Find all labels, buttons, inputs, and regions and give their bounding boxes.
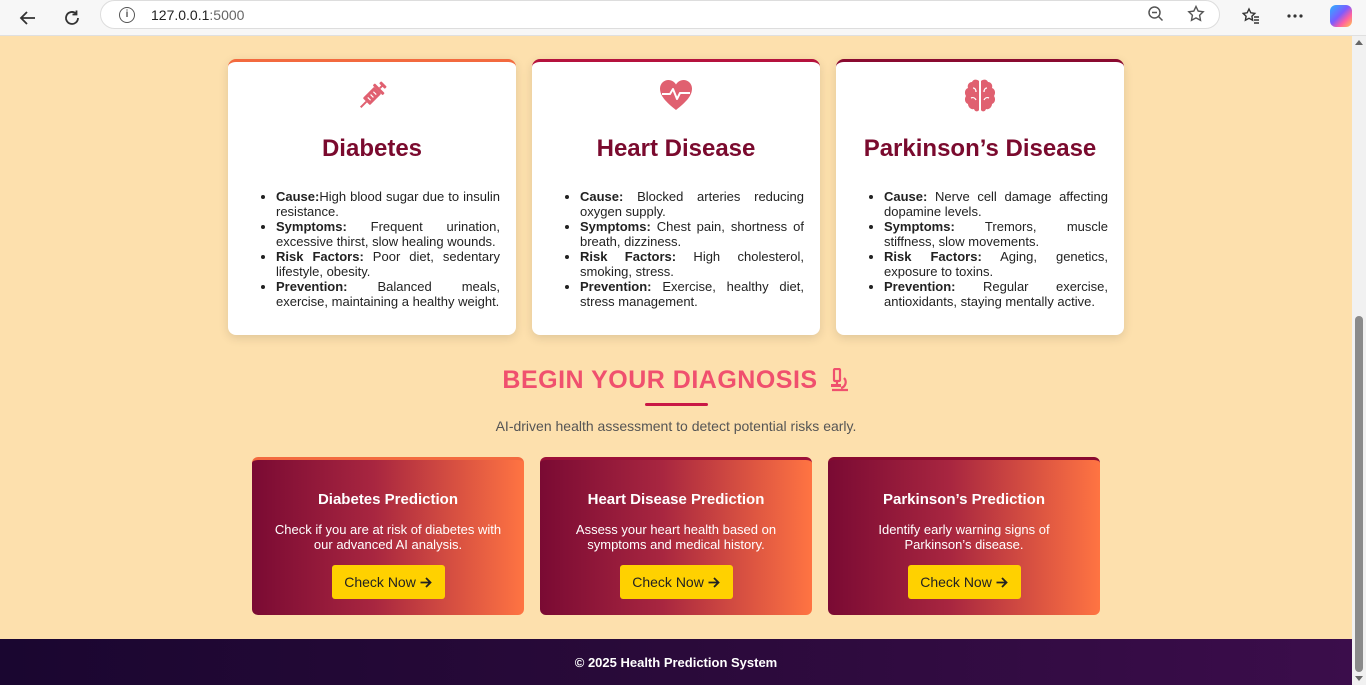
heart-disease-info-card: Heart Disease Cause: Blocked arteries re… (532, 59, 820, 335)
parkinsons-check-now-button[interactable]: Check Now (907, 565, 1021, 599)
page-scrollbar[interactable] (1352, 36, 1366, 685)
list-item: Cause: Nerve cell damage affecting dopam… (884, 189, 1108, 219)
parkinsons-info-list: Cause: Nerve cell damage affecting dopam… (852, 189, 1108, 309)
reload-icon (65, 10, 79, 25)
scroll-up-arrow-icon[interactable] (1355, 40, 1363, 45)
arrow-right-icon (420, 577, 432, 588)
list-item: Symptoms: Chest pain, shortness of breat… (580, 219, 804, 249)
prediction-card-title: Diabetes Prediction (317, 491, 459, 508)
list-item: Cause: Blocked arteries reducing oxygen … (580, 189, 804, 219)
card-title: Heart Disease (596, 135, 756, 162)
heading-underline (645, 403, 708, 406)
heartbeat-icon (660, 80, 692, 110)
diagnosis-subtitle: AI-driven health assessment to detect po… (495, 418, 857, 434)
reload-button[interactable] (54, 0, 90, 36)
list-item: Prevention: Balanced meals, exercise, ma… (276, 279, 500, 309)
more-options-icon[interactable] (1286, 7, 1304, 25)
card-title: Diabetes (321, 135, 423, 162)
syringe-icon (359, 81, 387, 109)
microscope-icon (830, 367, 848, 392)
parkinsons-info-card: Parkinson’s Disease Cause: Nerve cell da… (836, 59, 1124, 335)
zoom-out-icon[interactable] (1147, 5, 1165, 23)
diagnosis-heading: BEGIN YOUR DIAGNOSIS (0, 366, 1352, 395)
parkinsons-prediction-card: Parkinson’s Prediction Identify early wa… (828, 457, 1100, 615)
scroll-down-arrow-icon[interactable] (1355, 676, 1363, 681)
back-button[interactable] (10, 0, 46, 36)
copilot-icon[interactable] (1330, 5, 1352, 27)
list-item: Prevention: Exercise, healthy diet, stre… (580, 279, 804, 309)
brain-icon (964, 79, 996, 112)
prediction-card-description: Check if you are at risk of diabetes wit… (274, 522, 502, 552)
list-item: Symptoms: Tremors, muscle stiffness, slo… (884, 219, 1108, 249)
favorites-icon[interactable] (1242, 7, 1260, 25)
list-item: Symptoms: Frequent urination, excessive … (276, 219, 500, 249)
address-bar[interactable]: i 127.0.0.1:5000 (100, 0, 1220, 29)
arrow-right-icon (708, 577, 720, 588)
favorite-star-icon[interactable] (1187, 5, 1205, 23)
prediction-card-description: Identify early warning signs of Parkinso… (878, 522, 1050, 552)
list-item: Risk Factors: Aging, genetics, exposure … (884, 249, 1108, 279)
arrow-left-icon (19, 10, 35, 25)
diabetes-check-now-button[interactable]: Check Now (331, 565, 445, 599)
prediction-card-description: Assess your heart health based on sympto… (575, 522, 777, 552)
list-item: Cause:High blood sugar due to insulin re… (276, 189, 500, 219)
diabetes-prediction-card: Diabetes Prediction Check if you are at … (252, 457, 524, 615)
heart-disease-prediction-card: Heart Disease Prediction Assess your hea… (540, 457, 812, 615)
diabetes-info-list: Cause:High blood sugar due to insulin re… (244, 189, 500, 309)
list-item: Prevention: Regular exercise, antioxidan… (884, 279, 1108, 309)
heart-disease-check-now-button[interactable]: Check Now (619, 565, 733, 599)
footer-copyright: © 2025 Health Prediction System (574, 655, 778, 670)
diabetes-info-card: Diabetes Cause:High blood sugar due to i… (228, 59, 516, 335)
site-info-icon[interactable]: i (119, 6, 135, 23)
browser-toolbar: i 127.0.0.1:5000 (0, 0, 1366, 36)
footer: © 2025 Health Prediction System (0, 639, 1352, 685)
list-item: Risk Factors: Poor diet, sedentary lifes… (276, 249, 500, 279)
scroll-thumb[interactable] (1355, 316, 1363, 672)
prediction-card-title: Heart Disease Prediction (587, 491, 765, 508)
arrow-right-icon (996, 577, 1008, 588)
prediction-card-title: Parkinson’s Prediction (883, 491, 1045, 508)
heart-disease-info-list: Cause: Blocked arteries reducing oxygen … (548, 189, 804, 309)
list-item: Risk Factors: High cholesterol, smoking,… (580, 249, 804, 279)
url-text[interactable]: 127.0.0.1:5000 (151, 7, 244, 23)
card-title: Parkinson’s Disease (863, 135, 1097, 162)
